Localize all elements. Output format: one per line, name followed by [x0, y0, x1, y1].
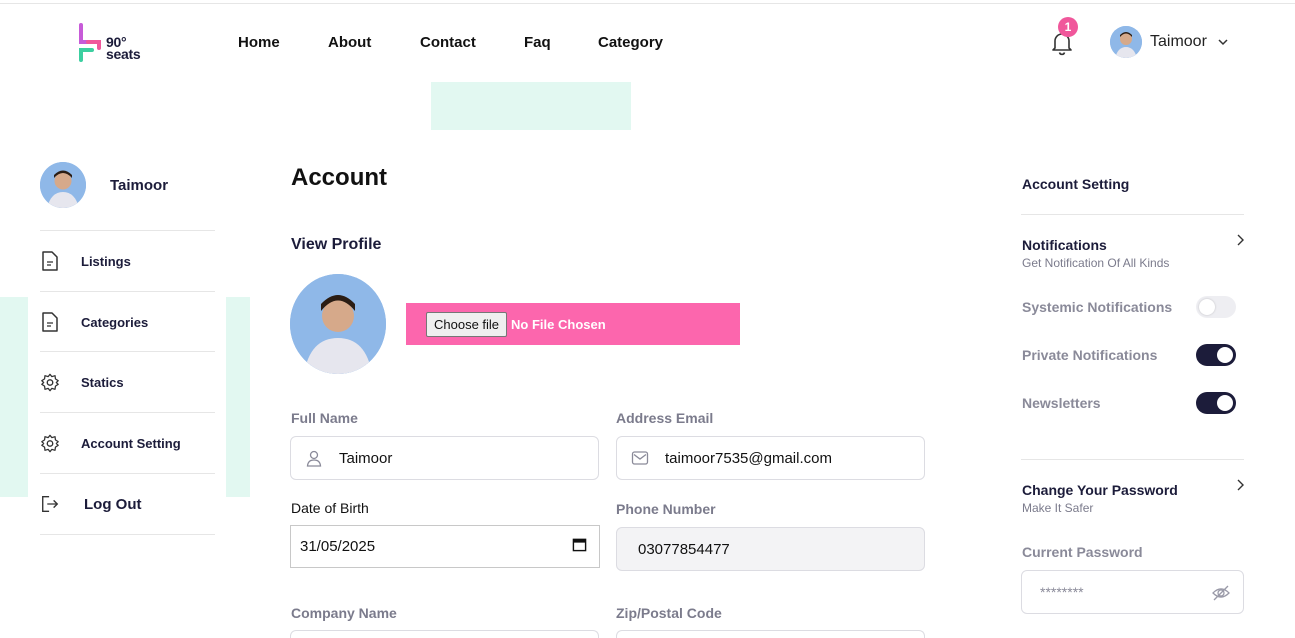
- chevron-down-icon: [1218, 39, 1228, 46]
- user-avatar-icon: [290, 274, 386, 374]
- logo-text: 90° seats: [106, 34, 141, 62]
- calendar-icon[interactable]: [572, 537, 587, 556]
- view-profile-heading: View Profile: [291, 236, 382, 253]
- logout-icon: [40, 493, 60, 515]
- phone-field[interactable]: 03077854477: [616, 527, 925, 571]
- gear-icon: [40, 432, 60, 454]
- systemic-notifications-label: Systemic Notifications: [1022, 299, 1173, 315]
- sidebar-profile: Taimoor: [40, 162, 168, 208]
- dob-value: 31/05/2025: [300, 538, 376, 555]
- date-of-birth-field[interactable]: 31/05/2025: [290, 525, 600, 568]
- profile-photo: [290, 274, 386, 374]
- document-icon: [40, 311, 60, 333]
- phone-value: 03077854477: [638, 540, 730, 558]
- full-name-value: Taimoor: [339, 449, 393, 467]
- eye-off-icon[interactable]: [1211, 583, 1231, 603]
- chevron-right-icon: [1237, 234, 1244, 246]
- newsletters-label: Newsletters: [1022, 395, 1101, 411]
- systemic-notifications-toggle[interactable]: [1196, 296, 1236, 318]
- mail-icon: [631, 449, 649, 467]
- user-icon: [305, 449, 323, 467]
- sidebar-item-categories[interactable]: Categories: [40, 291, 215, 352]
- user-menu[interactable]: Taimoor: [1110, 26, 1229, 58]
- user-avatar-icon: [40, 162, 86, 208]
- company-field[interactable]: [290, 630, 599, 638]
- file-status: No File Chosen: [511, 316, 606, 332]
- private-notifications-toggle[interactable]: [1196, 344, 1236, 366]
- sidebar-item-account-setting[interactable]: Account Setting: [40, 412, 215, 473]
- change-password-subtitle: Make It Safer: [1022, 501, 1094, 515]
- private-notifications-label: Private Notifications: [1022, 347, 1158, 363]
- nav-contact[interactable]: Contact: [420, 34, 476, 51]
- gear-icon: [40, 371, 60, 393]
- decorative-block: [431, 82, 631, 130]
- sidebar-item-label: Account Setting: [81, 435, 181, 451]
- page-title: Account: [291, 164, 387, 191]
- divider: [1021, 459, 1244, 460]
- email-label: Address Email: [616, 410, 714, 426]
- document-icon: [40, 250, 60, 272]
- sidebar-item-statics[interactable]: Statics: [40, 351, 215, 412]
- toggle-knob: [1217, 395, 1233, 411]
- account-setting-title: Account Setting: [1022, 176, 1130, 192]
- change-password-title: Change Your Password: [1022, 482, 1178, 498]
- sidebar-item-label: Log Out: [84, 495, 142, 513]
- email-field[interactable]: taimoor7535@gmail.com: [616, 436, 925, 480]
- sidebar-user-name: Taimoor: [110, 176, 169, 194]
- user-avatar-icon: [1110, 26, 1142, 58]
- email-value: taimoor7535@gmail.com: [665, 449, 832, 467]
- toggle-knob: [1199, 299, 1215, 315]
- notification-badge: 1: [1058, 17, 1078, 37]
- notifications-title: Notifications: [1022, 237, 1107, 253]
- avatar: [40, 162, 86, 208]
- full-name-field[interactable]: Taimoor: [290, 436, 599, 480]
- dob-label: Date of Birth: [291, 500, 369, 516]
- decorative-block: [0, 297, 28, 497]
- nav-home[interactable]: Home: [238, 34, 280, 51]
- phone-label: Phone Number: [616, 501, 716, 517]
- notifications-subtitle: Get Notification Of All Kinds: [1022, 256, 1170, 270]
- company-label: Company Name: [291, 605, 397, 621]
- sidebar-item-label: Categories: [81, 314, 149, 330]
- zip-field[interactable]: [616, 630, 925, 638]
- nav-faq[interactable]: Faq: [524, 34, 551, 51]
- sidebar-item-listings[interactable]: Listings: [40, 230, 215, 291]
- avatar: [1110, 26, 1142, 58]
- current-password-value: ********: [1040, 584, 1084, 600]
- divider: [1021, 214, 1244, 215]
- nav-category[interactable]: Category: [598, 34, 663, 51]
- user-name: Taimoor: [1150, 33, 1207, 50]
- current-password-label: Current Password: [1022, 544, 1143, 560]
- current-password-field[interactable]: ********: [1021, 570, 1244, 614]
- toggle-knob: [1217, 347, 1233, 363]
- sidebar-item-label: Statics: [81, 374, 124, 390]
- nav-about[interactable]: About: [328, 34, 371, 51]
- newsletters-toggle[interactable]: [1196, 392, 1236, 414]
- zip-label: Zip/Postal Code: [616, 605, 722, 621]
- sidebar-item-logout[interactable]: Log Out: [40, 473, 215, 534]
- full-name-label: Full Name: [291, 410, 358, 426]
- choose-file-button[interactable]: Choose file: [426, 311, 508, 337]
- file-upload: Choose file No File Chosen: [406, 303, 740, 345]
- chevron-right-icon: [1237, 479, 1244, 491]
- sidebar-item-label: Listings: [81, 253, 131, 269]
- top-divider: [0, 3, 1295, 4]
- sidebar-divider: [40, 534, 215, 535]
- decorative-block: [226, 297, 250, 497]
